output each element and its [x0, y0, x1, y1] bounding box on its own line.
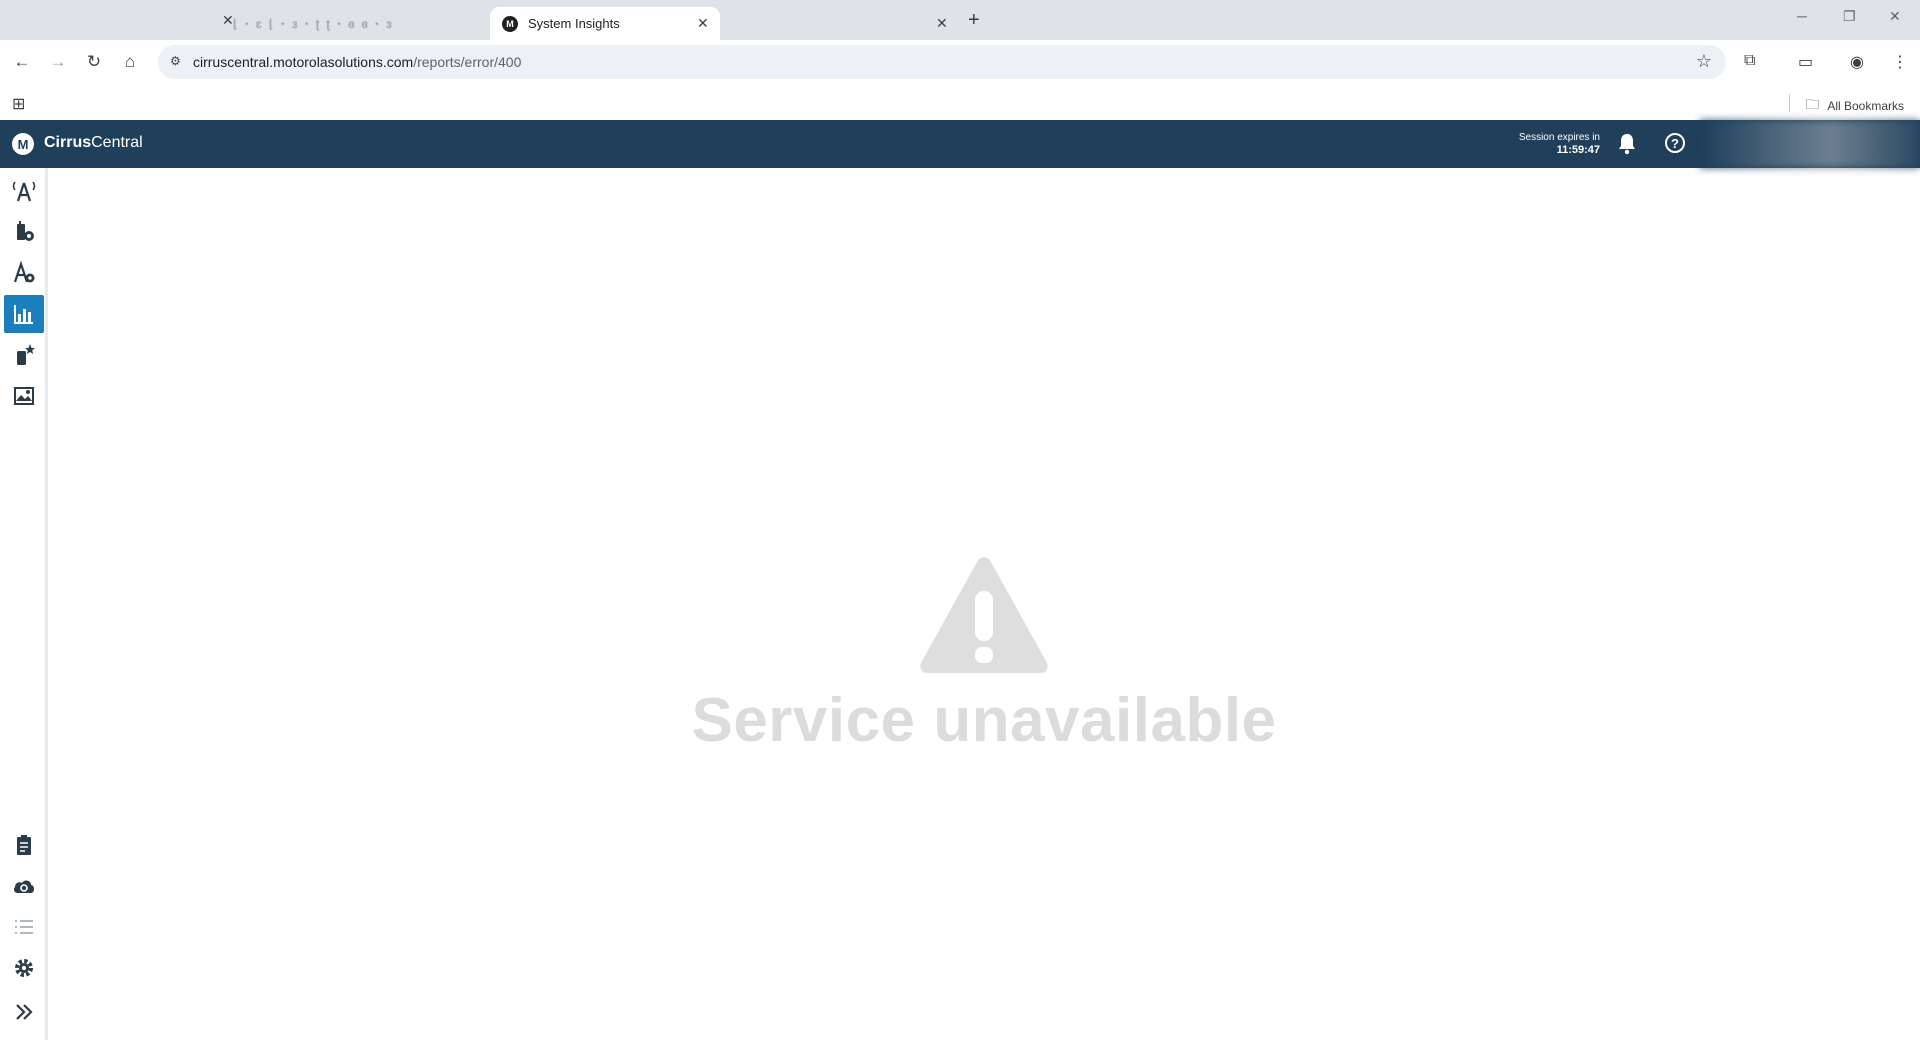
help-icon[interactable]: ? [1665, 133, 1685, 153]
browser-tab-system-insights[interactable]: M System Insights ✕ [490, 7, 720, 40]
restore-icon[interactable]: ❐ [1843, 8, 1856, 25]
main-content: Service unavailable [48, 168, 1920, 1040]
all-bookmarks-label: All Bookmarks [1827, 99, 1904, 113]
app-header: M CirrusCentral Session expires in 11:59… [0, 120, 1920, 168]
map-image-icon [14, 387, 34, 405]
site-info-icon[interactable]: ⚙ [170, 54, 186, 70]
double-chevron-right-icon [16, 1004, 33, 1020]
list-icon [15, 920, 33, 934]
home-icon[interactable]: ⌂ [119, 52, 141, 72]
tab-title: System Insights [528, 16, 620, 31]
radio-gear-icon [17, 221, 34, 241]
sidebar-item-cloud[interactable] [4, 867, 44, 905]
sidebar-item-reports[interactable] [4, 295, 44, 333]
minimize-icon[interactable]: ─ [1797, 8, 1807, 24]
sidebar-item-settings[interactable] [4, 949, 44, 987]
bookmark-star-icon[interactable]: ☆ [1696, 51, 1712, 72]
reload-icon[interactable]: ↻ [83, 52, 105, 72]
session-time: 11:59:47 [1556, 144, 1600, 156]
sidebar-item-map[interactable] [4, 377, 44, 415]
folder-icon: 🗀 [1805, 96, 1820, 112]
browser-tab-strip: ✕ ⌊ ꞏ ɛ ⌊ ꞏ ɜ ꞏ ʈ ʈ ꞏ ɞ ɞ ꞏ ɜ M System I… [0, 0, 1920, 40]
tab-title: ⌊ ꞏ ɛ ⌊ ꞏ ɜ ꞏ ʈ ʈ ꞏ ɞ ɞ ꞏ ɜ [233, 17, 394, 31]
left-sidebar [0, 168, 48, 1040]
motorola-favicon-icon: M [502, 15, 518, 32]
close-window-icon[interactable]: ✕ [1889, 8, 1901, 25]
notification-bell-icon[interactable] [1617, 133, 1637, 161]
motorola-logo-icon[interactable]: M [12, 133, 34, 155]
sidebar-expand-button[interactable] [4, 993, 44, 1031]
sidebar-item-programming[interactable] [4, 336, 44, 374]
error-message: Service unavailable [691, 686, 1277, 755]
all-bookmarks-button[interactable]: 🗀 All Bookmarks [1805, 94, 1904, 118]
tab-close-icon[interactable]: ✕ [697, 15, 709, 32]
new-tab-button[interactable]: + [968, 9, 980, 32]
user-menu-blurred[interactable] [1700, 120, 1920, 168]
bar-chart-icon [14, 305, 33, 324]
bookmarks-divider [1789, 94, 1790, 112]
address-bar[interactable]: ⚙ cirruscentral.motorolasolutions.com/re… [158, 45, 1726, 79]
sidebar-item-admin[interactable] [4, 254, 44, 292]
warning-triangle-icon [920, 557, 1048, 673]
error-panel: Service unavailable [48, 553, 1920, 756]
radio-tower-icon [12, 181, 36, 202]
back-icon[interactable]: ← [11, 52, 33, 72]
browser-toolbar: ← → ↻ ⌂ ⚙ cirruscentral.motorolasolution… [0, 40, 1920, 86]
sidebar-item-devices[interactable] [4, 213, 44, 251]
sidebar-item-list[interactable] [4, 908, 44, 946]
clipboard-icon [17, 835, 31, 855]
app-brand[interactable]: CirrusCentral [44, 134, 143, 152]
apps-grid-icon[interactable]: ⊞ [12, 94, 25, 114]
radio-star-icon [17, 344, 35, 365]
tab-close-icon[interactable]: ✕ [936, 15, 948, 32]
url-text[interactable]: cirruscentral.motorolasolutions.com/repo… [193, 54, 521, 70]
sidebar-item-clipboard[interactable] [4, 826, 44, 864]
cloud-sync-icon [14, 880, 34, 893]
admin-gear-icon [13, 261, 35, 283]
sidebar-item-sites[interactable] [4, 172, 44, 210]
extensions-icon[interactable]: ⧉ [1744, 52, 1755, 70]
session-label: Session expires in [1518, 132, 1600, 143]
browser-menu-icon[interactable]: ⋮ [1892, 52, 1908, 72]
tab-search-icon[interactable]: ▭ [1798, 52, 1813, 72]
profile-icon[interactable]: ◉ [1850, 52, 1864, 72]
browser-tab-empty[interactable]: ✕ [722, 7, 962, 40]
settings-gear-icon [15, 959, 33, 977]
browser-tab-blurred[interactable]: ⌊ ꞏ ɛ ⌊ ꞏ ɜ ꞏ ʈ ʈ ꞏ ɞ ɞ ꞏ ɜ [205, 7, 475, 40]
forward-icon[interactable]: → [47, 52, 69, 72]
bookmarks-bar: ⊞ 🗀 All Bookmarks [0, 86, 1920, 120]
session-timer: Session expires in 11:59:47 [1500, 131, 1600, 157]
